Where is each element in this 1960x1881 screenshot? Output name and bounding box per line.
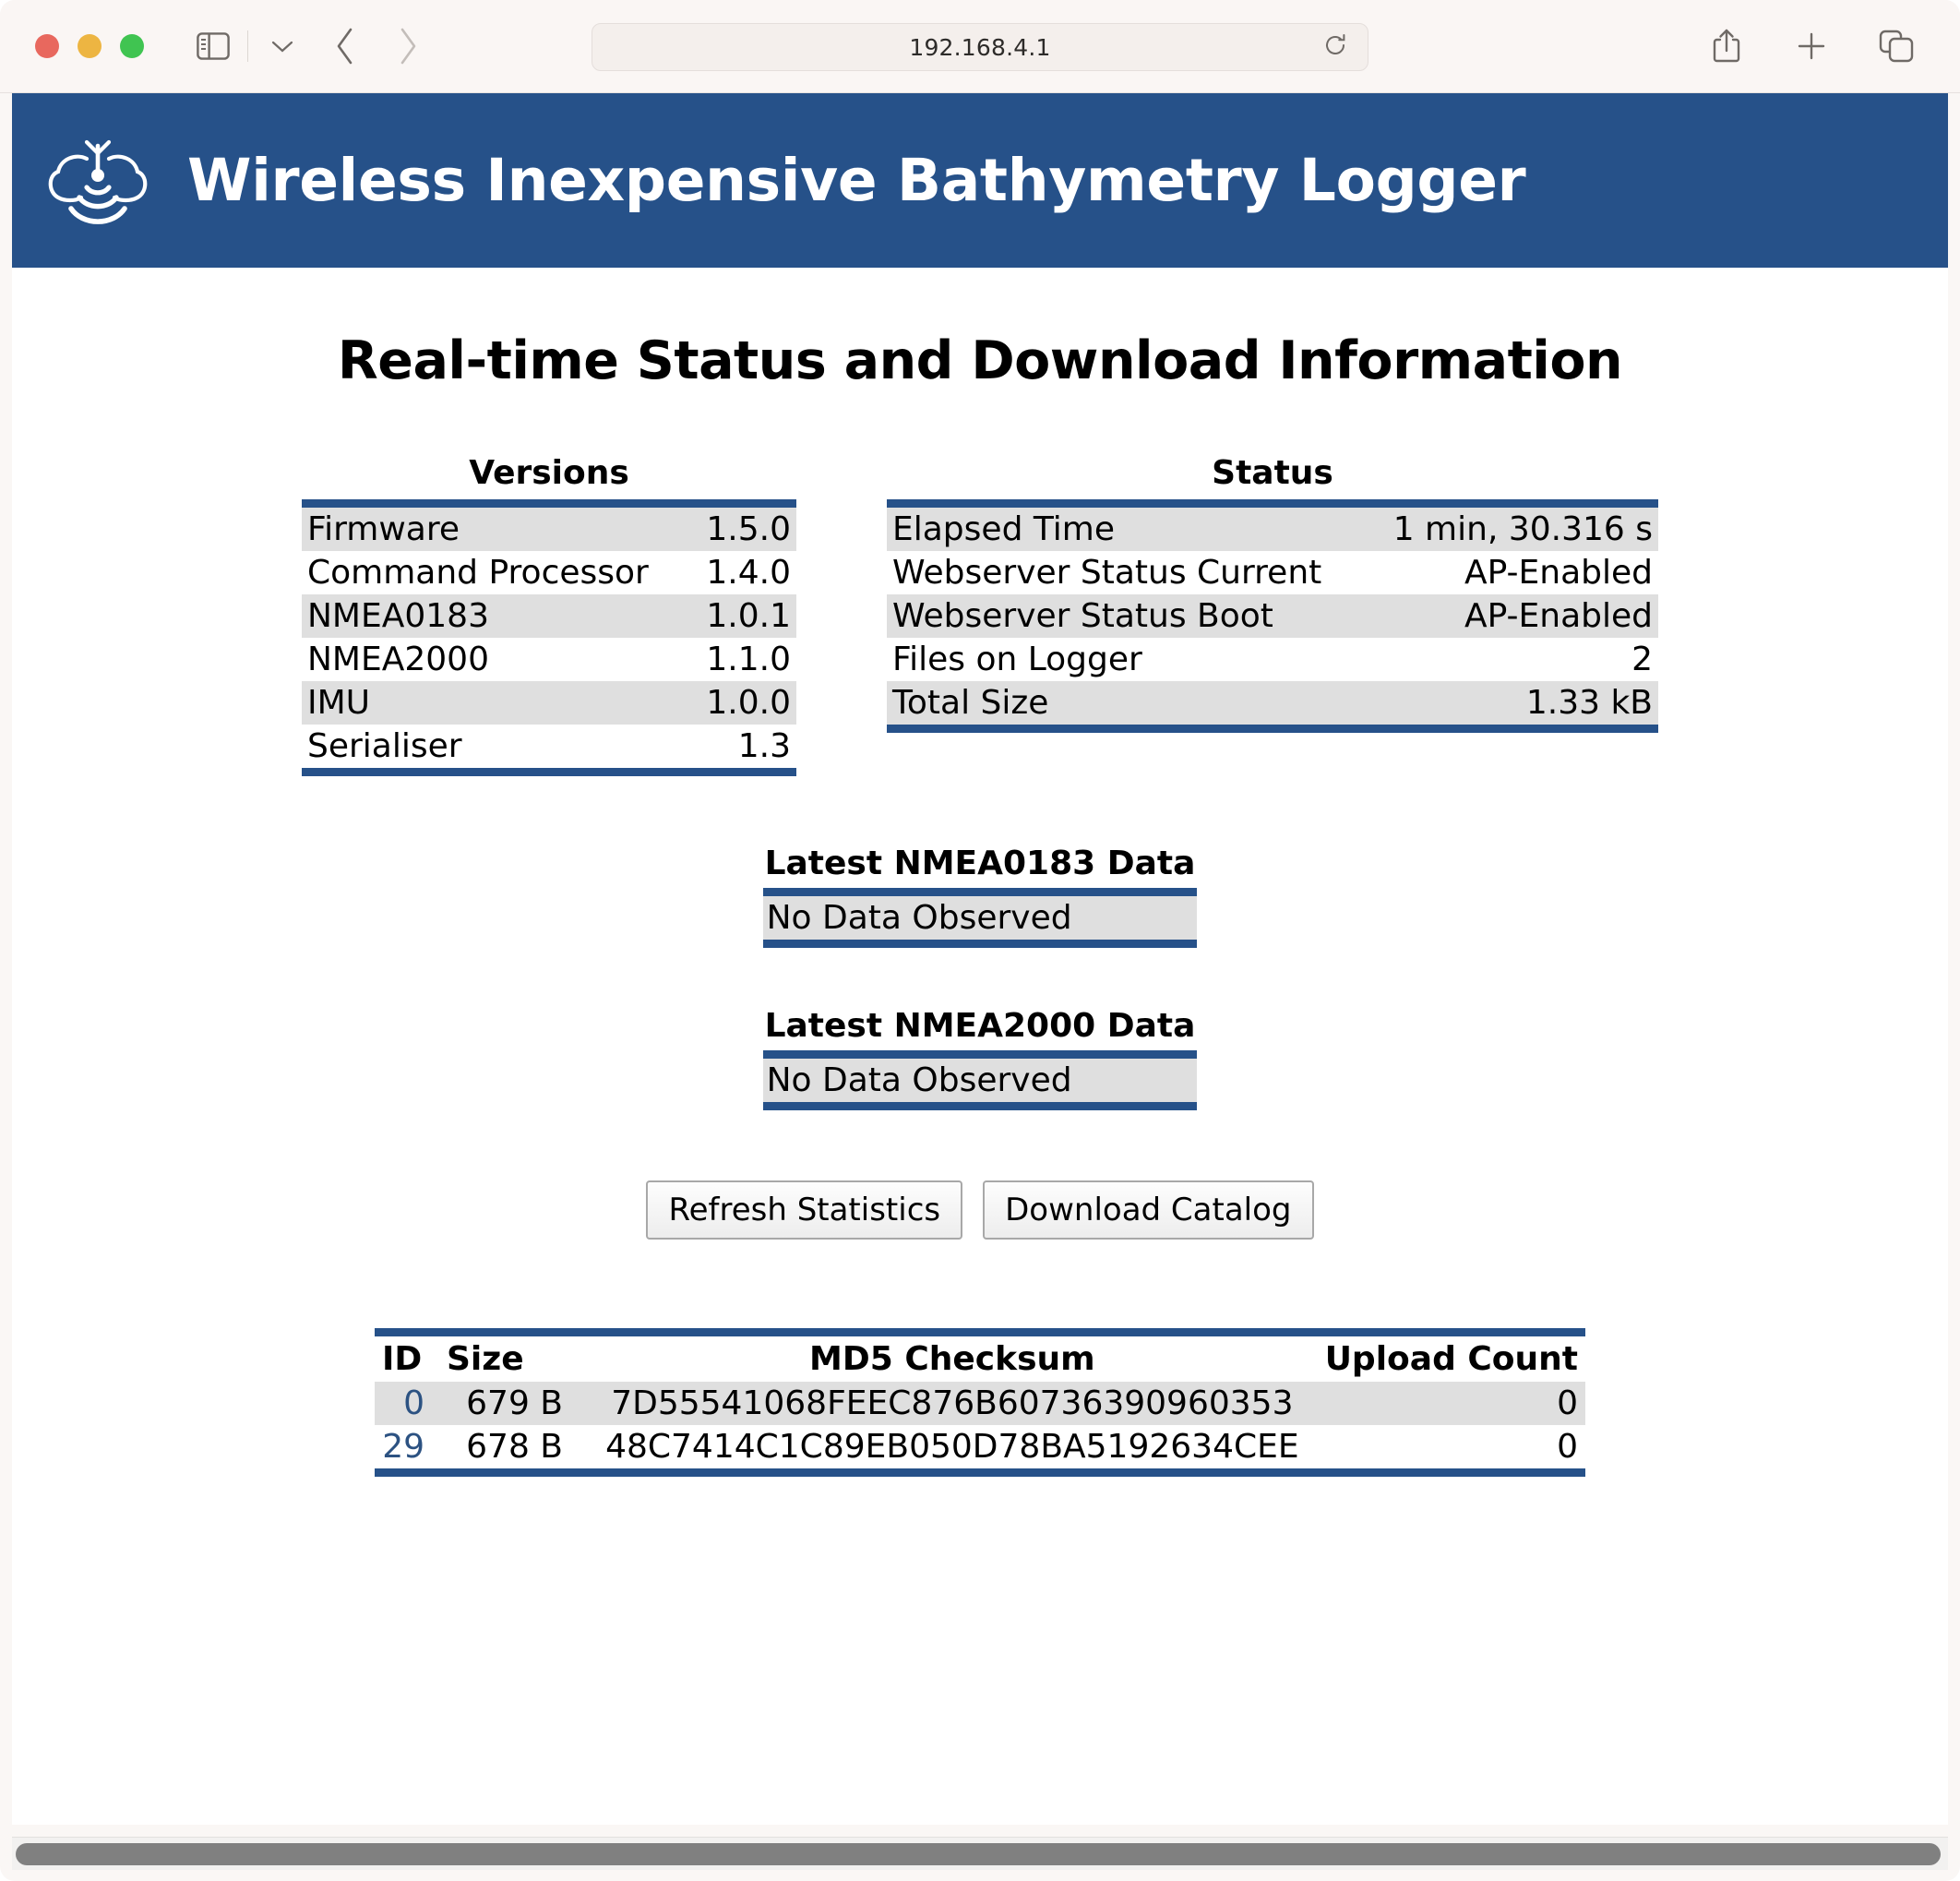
status-table-caption: Status [1212,454,1333,492]
back-arrow-icon[interactable] [324,25,366,67]
column-header-id: ID [375,1332,439,1382]
table-row: No Data Observed [762,1054,1198,1107]
table-row: Total Size 1.33 kB [887,681,1658,729]
nmea0183-value: No Data Observed [762,892,1198,944]
chevron-down-icon[interactable] [261,25,304,67]
status-name: Total Size [892,684,1049,722]
version-value: 1.0.1 [706,597,791,635]
column-header-md5: MD5 Checksum [587,1332,1318,1382]
version-value: 1.3 [737,727,791,765]
files-table: ID Size MD5 Checksum Upload Count 0 679 … [375,1328,1585,1477]
column-header-size: Size [439,1332,587,1382]
file-md5: 7D55541068FEEC876B60736390960353 [611,1384,1294,1422]
tab-overview-icon[interactable] [1875,25,1918,67]
file-id-link[interactable]: 0 [403,1384,424,1422]
file-size: 678 B [466,1428,563,1466]
version-name: Command Processor [307,554,649,592]
table-row: Command Processor 1.4.0 [302,551,796,594]
share-icon[interactable] [1705,25,1748,67]
plus-icon[interactable] [1790,25,1833,67]
url-text: 192.168.4.1 [909,33,1051,61]
version-value: 1.4.0 [706,554,791,592]
web-page-content: Wireless Inexpensive Bathymetry Logger R… [12,93,1948,1825]
status-value: AP-Enabled [1464,554,1653,592]
status-value: AP-Enabled [1464,597,1653,635]
toolbar-right-actions [1705,25,1918,67]
status-table: Status Elapsed Time 1 min, 30.316 s Webs… [887,450,1658,733]
status-name: Elapsed Time [892,510,1115,548]
nmea0183-caption: Latest NMEA0183 Data [764,845,1196,882]
minimize-window-button[interactable] [78,34,102,58]
table-row: NMEA0183 1.0.1 [302,594,796,638]
status-value: 1.33 kB [1525,684,1653,722]
site-title: Wireless Inexpensive Bathymetry Logger [187,147,1526,214]
version-value: 1.0.0 [706,684,791,722]
table-header-row: ID Size MD5 Checksum Upload Count [375,1332,1585,1382]
table-row: Elapsed Time 1 min, 30.316 s [887,503,1658,551]
nmea0183-table: Latest NMEA0183 Data No Data Observed [762,841,1198,948]
table-row: Files on Logger 2 [887,638,1658,681]
refresh-statistics-button[interactable]: Refresh Statistics [646,1180,963,1240]
horizontal-scrollbar-thumb[interactable] [16,1843,1941,1865]
close-window-button[interactable] [35,34,59,58]
version-value: 1.5.0 [706,510,791,548]
horizontal-scrollbar-track[interactable] [12,1837,1948,1870]
version-name: NMEA2000 [307,641,489,678]
version-name: Firmware [307,510,460,548]
table-row: 29 678 B 48C7414C1C89EB050D78BA5192634CE… [375,1425,1585,1473]
nmea2000-caption: Latest NMEA2000 Data [764,1007,1196,1045]
versions-table: Versions Firmware 1.5.0 Command Processo… [302,450,796,776]
status-value: 2 [1631,641,1653,678]
table-row: 0 679 B 7D55541068FEEC876B60736390960353… [375,1382,1585,1425]
file-upload-count: 0 [1557,1428,1578,1466]
table-row: Webserver Status Current AP-Enabled [887,551,1658,594]
browser-window: 192.168.4.1 Wireless Inexpensive Bathyme… [0,0,1960,1881]
download-catalog-button[interactable]: Download Catalog [983,1180,1314,1240]
maximize-window-button[interactable] [120,34,144,58]
site-banner: Wireless Inexpensive Bathymetry Logger [12,93,1948,268]
table-row: Webserver Status Boot AP-Enabled [887,594,1658,638]
status-name: Files on Logger [892,641,1142,678]
browser-toolbar: 192.168.4.1 [0,0,1960,93]
cloud-sonar-logo-icon [43,133,152,229]
action-buttons: Refresh Statistics Download Catalog [12,1180,1948,1240]
file-md5: 48C7414C1C89EB050D78BA5192634CEE [605,1428,1299,1466]
table-row: Firmware 1.5.0 [302,503,796,551]
nmea2000-table: Latest NMEA2000 Data No Data Observed [762,1003,1198,1110]
file-id-cell: 29 [375,1425,439,1473]
toolbar-divider [247,30,248,62]
table-row: IMU 1.0.0 [302,681,796,725]
files-catalog: ID Size MD5 Checksum Upload Count 0 679 … [12,1328,1948,1477]
navigation-buttons [324,25,429,67]
table-row: No Data Observed [762,892,1198,944]
window-controls [35,34,144,58]
version-name: IMU [307,684,371,722]
reload-icon[interactable] [1323,32,1347,62]
file-id-link[interactable]: 29 [382,1428,424,1466]
sidebar-icon[interactable] [192,25,234,67]
status-name: Webserver Status Boot [892,597,1273,635]
sidebar-controls [192,25,304,67]
table-row: NMEA2000 1.1.0 [302,638,796,681]
version-name: Serialiser [307,727,462,765]
column-header-upload-count: Upload Count [1317,1332,1585,1382]
file-id-cell: 0 [375,1382,439,1425]
nmea-data-tables: Latest NMEA0183 Data No Data Observed La… [12,841,1948,1110]
page-title: Real-time Status and Download Informatio… [337,330,1623,391]
status-name: Webserver Status Current [892,554,1322,592]
forward-arrow-icon[interactable] [387,25,429,67]
file-size: 679 B [466,1384,563,1422]
status-value: 1 min, 30.316 s [1392,510,1653,548]
file-upload-count: 0 [1557,1384,1578,1422]
nmea2000-value: No Data Observed [762,1054,1198,1107]
table-row: Serialiser 1.3 [302,725,796,773]
version-value: 1.1.0 [706,641,791,678]
version-name: NMEA0183 [307,597,489,635]
versions-table-caption: Versions [469,454,629,492]
summary-tables: Versions Firmware 1.5.0 Command Processo… [12,450,1948,776]
address-bar[interactable]: 192.168.4.1 [592,23,1368,71]
